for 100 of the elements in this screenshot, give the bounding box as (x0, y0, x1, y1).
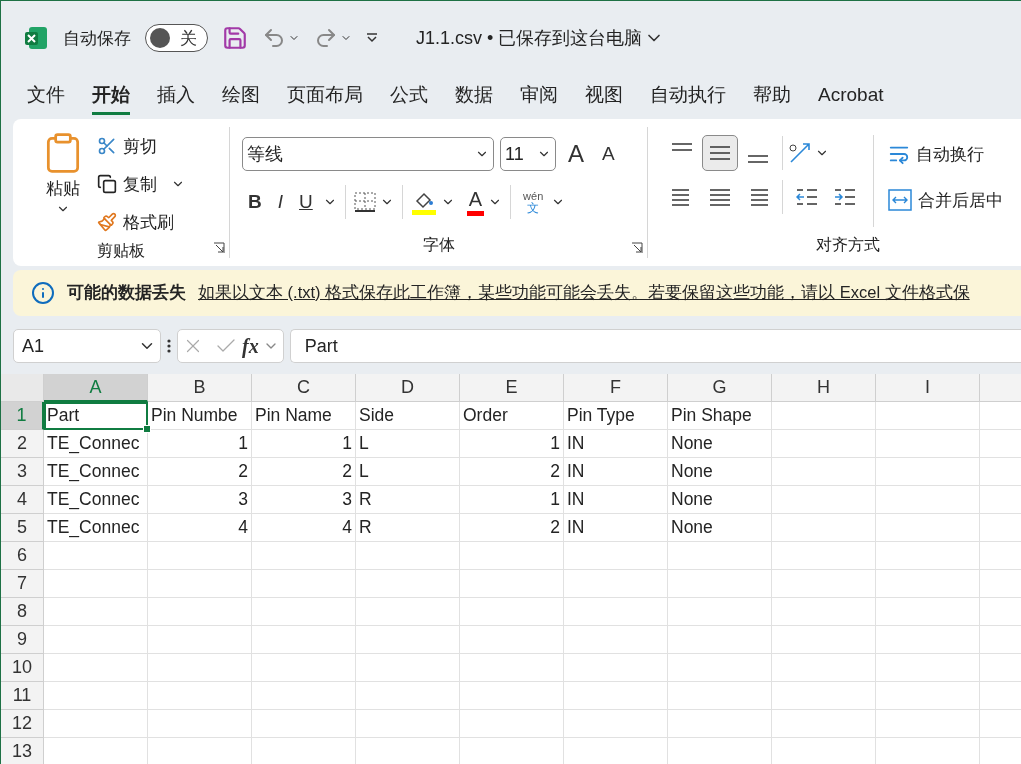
copy-button[interactable]: 复制 (93, 165, 161, 203)
more-icon[interactable] (167, 339, 171, 353)
ribbon-tab[interactable]: 公式 (390, 77, 428, 115)
column-header[interactable]: C (252, 374, 356, 402)
info-link[interactable]: 如果以文本 (.txt) 格式保存此工作簿，某些功能可能会丢失。若要保留这些功能，请以 Excel 文件格式保 (198, 282, 970, 304)
borders-icon[interactable] (353, 192, 376, 212)
column-header[interactable]: B (148, 374, 252, 402)
table-cell[interactable]: 2 (148, 458, 252, 486)
ribbon-tab[interactable]: 自动执行 (650, 77, 726, 115)
ribbon-tab[interactable]: 绘图 (222, 77, 260, 115)
table-cell[interactable]: IN (564, 430, 668, 458)
row-header[interactable]: 5 (1, 514, 44, 542)
document-title[interactable]: J1.1.csv • 已保存到这台电脑 (414, 24, 667, 52)
paste-button[interactable]: 粘贴 (33, 127, 93, 241)
table-cell[interactable]: None (668, 430, 772, 458)
table-cell[interactable]: IN (564, 486, 668, 514)
table-cell[interactable]: Pin Name (252, 402, 356, 430)
autosave-toggle[interactable]: 关 (145, 24, 208, 52)
table-cell[interactable]: TE_Connec (44, 486, 148, 514)
name-box[interactable]: A1 (13, 329, 161, 363)
ribbon-tab[interactable]: 视图 (585, 77, 623, 115)
table-cell[interactable]: Part (44, 402, 148, 430)
insert-function-button[interactable]: fx (242, 334, 259, 358)
format-painter-button[interactable]: 格式刷 (93, 203, 185, 241)
table-cell[interactable]: 2 (460, 458, 564, 486)
row-header[interactable]: 3 (1, 458, 44, 486)
table-cell[interactable]: IN (564, 514, 668, 542)
ribbon-tab[interactable]: 页面布局 (287, 77, 363, 115)
column-header[interactable]: D (356, 374, 460, 402)
row-header[interactable]: 4 (1, 486, 44, 514)
ribbon-tab[interactable]: 文件 (27, 77, 65, 115)
table-cell[interactable]: 4 (252, 514, 356, 542)
table-cell[interactable]: L (356, 430, 460, 458)
align-middle-button[interactable] (702, 135, 738, 171)
table-cell[interactable]: 1 (252, 430, 356, 458)
table-cell[interactable]: 3 (252, 486, 356, 514)
table-cell[interactable]: L (356, 458, 460, 486)
row-header[interactable]: 13 (1, 738, 44, 764)
table-cell[interactable]: 1 (460, 486, 564, 514)
italic-button[interactable]: I (271, 189, 289, 215)
row-header[interactable]: 7 (1, 570, 44, 598)
formula-field[interactable]: Part (289, 329, 1021, 363)
ribbon-tab[interactable]: Acrobat (818, 79, 884, 113)
dialog-launcher-icon[interactable] (631, 242, 643, 254)
ribbon-tab[interactable]: 帮助 (753, 77, 791, 115)
table-cell[interactable]: TE_Connec (44, 514, 148, 542)
table-cell[interactable]: Pin Numbe (148, 402, 252, 430)
row-header[interactable]: 1 (1, 402, 44, 430)
fill-handle[interactable] (143, 425, 151, 433)
table-cell[interactable]: Pin Type (564, 402, 668, 430)
table-cell[interactable]: None (668, 514, 772, 542)
table-cell[interactable]: None (668, 458, 772, 486)
table-cell[interactable]: 1 (460, 430, 564, 458)
ribbon-tab[interactable]: 开始 (92, 77, 130, 115)
table-cell[interactable]: TE_Connec (44, 430, 148, 458)
font-name-dropdown[interactable]: 等线 (242, 137, 494, 171)
font-color-button[interactable]: A (466, 188, 485, 216)
table-cell[interactable]: 3 (148, 486, 252, 514)
column-header[interactable]: E (460, 374, 564, 402)
row-header[interactable]: 2 (1, 430, 44, 458)
table-cell[interactable]: 1 (148, 430, 252, 458)
column-header[interactable]: F (564, 374, 668, 402)
row-header[interactable]: 8 (1, 598, 44, 626)
orientation-icon[interactable] (789, 142, 813, 164)
ribbon-tab[interactable]: 插入 (157, 77, 195, 115)
cut-button[interactable]: 剪切 (93, 127, 185, 165)
row-header[interactable]: 12 (1, 710, 44, 738)
bold-button[interactable]: B (242, 189, 268, 215)
table-cell[interactable]: R (356, 486, 460, 514)
table-cell[interactable]: 2 (460, 514, 564, 542)
row-header[interactable]: 6 (1, 542, 44, 570)
row-header[interactable]: 9 (1, 626, 44, 654)
save-icon[interactable] (222, 25, 248, 51)
underline-button[interactable]: U (293, 189, 319, 215)
wrap-text-button[interactable]: 自动换行 (884, 135, 1007, 173)
undo-icon[interactable] (262, 26, 286, 50)
font-size-dropdown[interactable]: 11 (500, 137, 556, 171)
shrink-font-button[interactable]: A (596, 141, 621, 167)
column-header[interactable]: H (772, 374, 876, 402)
redo-icon[interactable] (314, 26, 338, 50)
column-header[interactable]: I (876, 374, 980, 402)
row-header[interactable]: 11 (1, 682, 44, 710)
table-cell[interactable]: None (668, 486, 772, 514)
table-cell[interactable]: Pin Shape (668, 402, 772, 430)
table-cell[interactable]: TE_Connec (44, 458, 148, 486)
table-cell[interactable]: Order (460, 402, 564, 430)
table-cell[interactable]: 4 (148, 514, 252, 542)
customize-toolbar-icon[interactable] (366, 33, 378, 43)
merge-center-button[interactable]: 合并后居中 (884, 181, 1007, 219)
column-header[interactable]: G (668, 374, 772, 402)
dialog-launcher-icon[interactable] (213, 242, 225, 254)
table-cell[interactable]: R (356, 514, 460, 542)
table-cell[interactable]: IN (564, 458, 668, 486)
ribbon-tab[interactable]: 数据 (455, 77, 493, 115)
grow-font-button[interactable]: A (562, 138, 590, 170)
table-cell[interactable]: Side (356, 402, 460, 430)
table-cell[interactable]: 2 (252, 458, 356, 486)
row-header[interactable]: 10 (1, 654, 44, 682)
phonetic-button[interactable]: wén 文 (519, 190, 548, 214)
ribbon-tab[interactable]: 审阅 (520, 77, 558, 115)
